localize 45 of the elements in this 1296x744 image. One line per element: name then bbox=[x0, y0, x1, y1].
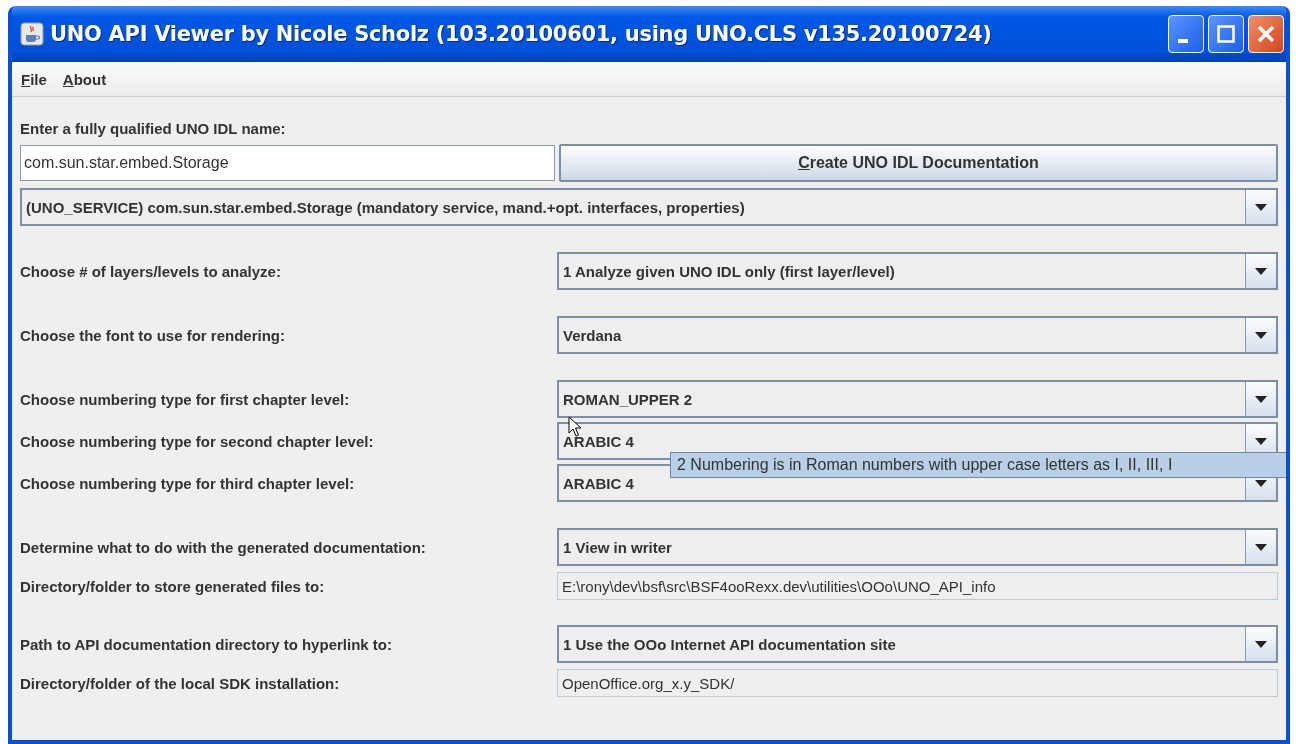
caret-icon bbox=[1255, 543, 1267, 551]
caret-icon bbox=[1255, 640, 1267, 648]
option-dropdown[interactable]: ROMAN_UPPER 2 bbox=[557, 380, 1278, 418]
option-label: Choose numbering type for third chapter level: bbox=[20, 474, 356, 492]
service-dropdown[interactable]: (UNO_SERVICE) com.sun.star.embed.Storage (mandatory service, mand.+opt. interfaces, properties) bbox=[20, 188, 1278, 226]
path-field[interactable]: OpenOffice.org_x.y_SDK/ bbox=[557, 669, 1278, 697]
option-label: Choose numbering type for first chapter level: bbox=[20, 390, 351, 408]
caret-icon bbox=[1255, 437, 1267, 445]
dropdown-arrow-button[interactable] bbox=[1245, 530, 1276, 564]
dropdown-arrow-button[interactable] bbox=[1245, 190, 1276, 224]
caret-icon bbox=[1255, 267, 1267, 275]
option-label: Choose # of layers/levels to analyze: bbox=[20, 262, 282, 280]
option-dropdown[interactable]: 1 Use the OOo Internet API documentation site bbox=[557, 625, 1278, 663]
dropdown-arrow-button[interactable] bbox=[1245, 627, 1276, 661]
dropdown-arrow-button[interactable] bbox=[1245, 254, 1276, 288]
minimize-button[interactable] bbox=[1168, 15, 1204, 53]
option-dropdown[interactable]: 1 View in writer bbox=[557, 528, 1278, 566]
close-button[interactable] bbox=[1248, 15, 1284, 53]
menu-item[interactable]: File bbox=[21, 70, 47, 88]
option-label: Choose numbering type for second chapter level: bbox=[20, 432, 375, 450]
path-field[interactable]: E:\rony\dev\bsf\src\BSF4ooRexx.dev\utilities\OOo\UNO_API_info bbox=[557, 572, 1278, 600]
mouse-pointer-icon bbox=[568, 416, 582, 437]
caret-icon bbox=[1255, 203, 1267, 211]
dropdown-arrow-button[interactable] bbox=[1245, 318, 1276, 352]
caret-icon bbox=[1255, 331, 1267, 339]
option-label: Directory/folder to store generated files to: bbox=[20, 577, 326, 595]
option-dropdown[interactable]: 1 Analyze given UNO IDL only (first layer/level) bbox=[557, 252, 1278, 290]
tooltip: 2 Numbering is in Roman numbers with upper case letters as I, II, III, I bbox=[670, 452, 1286, 478]
name-input-field[interactable]: com.sun.star.embed.Storage bbox=[20, 145, 555, 181]
option-label: Path to API documentation directory to hyperlink to: bbox=[20, 635, 393, 653]
option-label: Determine what to do with the generated documentation: bbox=[20, 538, 427, 556]
minimize-icon bbox=[1178, 39, 1188, 43]
caret-icon bbox=[1255, 395, 1267, 403]
option-label: Directory/folder of the local SDK installation: bbox=[20, 674, 341, 692]
coffee-cup-icon bbox=[20, 22, 44, 46]
option-label: Choose the font to use for rendering: bbox=[20, 326, 286, 344]
option-dropdown[interactable]: Verdana bbox=[557, 316, 1278, 354]
maximize-icon bbox=[1217, 25, 1235, 43]
close-icon bbox=[1257, 25, 1275, 43]
field-label: Enter a fully qualified UNO IDL name: bbox=[20, 118, 287, 139]
dropdown-arrow-button[interactable] bbox=[1245, 382, 1276, 416]
window-title: UNO API Viewer by Nicole Scholz (103.20100601, using UNO.CLS v135.20100724) bbox=[50, 22, 993, 46]
menu-item[interactable]: About bbox=[62, 70, 107, 88]
maximize-button[interactable] bbox=[1208, 15, 1244, 53]
create-documentation-button[interactable]: Create UNO IDL Documentation bbox=[559, 144, 1278, 182]
